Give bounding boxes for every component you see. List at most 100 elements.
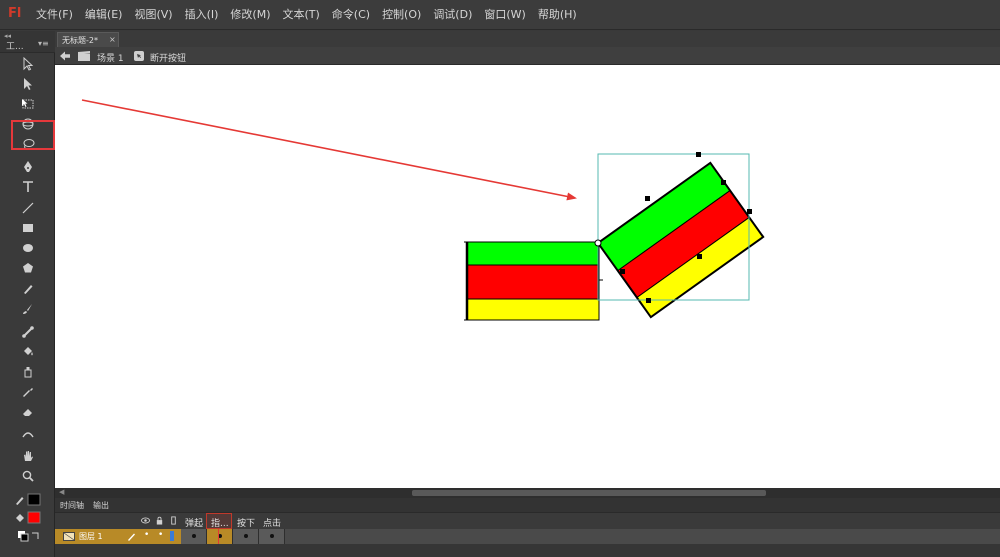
lock-dot-icon[interactable]: • [158,530,163,540]
toolbox-panel: ◂◂ 工... ▾≡ [0,31,55,557]
eraser-icon [23,409,32,416]
keyframe-hit[interactable] [259,529,285,544]
menu-control[interactable]: 控制(O) [376,0,427,30]
frame-label-down[interactable]: 按下 [237,516,255,529]
eye-icon[interactable] [141,516,150,525]
lock-icon[interactable] [155,516,164,525]
keyframe-over[interactable] [207,529,233,544]
paint-bucket-tool[interactable] [18,343,38,361]
panel-menu-icon[interactable]: ▾≡ [38,39,49,48]
menu-window[interactable]: 窗口(W) [478,0,531,30]
frame-label-hit[interactable]: 点击 [263,516,281,529]
menu-bar: Fl 文件(F) 编辑(E) 视图(V) 插入(I) 修改(M) 文本(T) 命… [0,0,1000,30]
outline-color-swatch[interactable] [170,531,174,541]
timeline-footer [55,544,1000,557]
magnifier-icon [22,470,34,482]
polygon-icon [23,263,33,273]
button-symbol-icon [134,51,144,61]
horizontal-scrollbar[interactable]: ◀ [55,488,1000,498]
polystar-tool[interactable] [18,259,38,277]
bone-tool[interactable] [18,323,38,341]
text-tool[interactable] [18,178,38,196]
layer-icon [63,532,75,541]
layer-row[interactable]: 图层 1 • • [55,529,1000,544]
menu-modify[interactable]: 修改(M) [224,0,276,30]
hand-tool[interactable] [18,447,38,465]
scene-label[interactable]: 场景 1 [97,51,124,64]
flat-striped-rect[interactable] [464,241,600,321]
pencil-icon [128,533,135,541]
line-tool[interactable] [18,199,38,217]
eyedropper-icon [23,388,33,397]
free-transform-tool[interactable] [18,95,38,113]
outline-icon[interactable] [169,516,178,525]
menu-text[interactable]: 文本(T) [276,0,325,30]
arrow-cursor-icon [23,57,34,71]
menu-debug[interactable]: 调试(D) [427,0,478,30]
keyframe-up[interactable] [181,529,207,544]
bone-icon [22,326,34,338]
subselect-arrow-icon [24,78,32,90]
menu-edit[interactable]: 编辑(E) [79,0,129,30]
rotated-striped-rect[interactable] [596,161,765,319]
tab-output[interactable]: 输出 [93,500,109,511]
pen-tool[interactable] [18,158,38,176]
menu-items: 文件(F) 编辑(E) 视图(V) 插入(I) 修改(M) 文本(T) 命令(C… [30,0,583,30]
document-tab-label: 无标题-2* [62,36,98,45]
flash-window: Fl 文件(F) 编辑(E) 视图(V) 插入(I) 修改(M) 文本(T) 命… [0,0,1000,557]
pen-icon [24,161,32,172]
free-transform-highlight [11,120,55,150]
symbol-label[interactable]: 断开按钮 [150,51,186,64]
app-logo: Fl [8,6,22,21]
subselection-tool[interactable] [18,75,38,93]
width-icon [22,432,34,438]
menu-commands[interactable]: 命令(C) [326,0,376,30]
eraser-tool[interactable] [18,403,38,421]
line-icon [22,202,34,214]
tab-timeline[interactable]: 时间轴 [60,500,84,511]
toolbox-title: 工... [6,42,24,52]
brush-tool[interactable] [18,300,38,318]
swap-colors-control[interactable] [14,529,50,545]
text-t-icon [23,181,33,192]
frame-label-over[interactable]: 指... [211,516,229,529]
zoom-tool[interactable] [18,467,38,485]
visibility-dot-icon[interactable]: • [144,530,149,540]
width-tool[interactable] [18,424,38,442]
eyedropper-tool[interactable] [18,383,38,401]
layer-header[interactable]: 图层 1 • • [55,529,181,544]
scroll-left-icon[interactable]: ◀ [59,488,64,496]
fill-color-control[interactable] [14,510,50,526]
selection-tool[interactable] [18,55,38,73]
timeline-panel: 时间轴 输出 弹起 指... 按下 点击 图层 1 • • [55,498,1000,557]
layer-name[interactable]: 图层 1 [79,531,103,542]
document-tab[interactable]: 无标题-2* × [57,32,119,47]
close-icon[interactable]: × [109,35,116,44]
frame-label-up[interactable]: 弹起 [185,516,203,529]
edit-bar: 场景 1 断开按钮 [55,47,1000,65]
timeline-tabs: 时间轴 输出 [55,498,1000,513]
fill-bucket-icon [16,511,41,524]
brush-icon [23,304,32,314]
ink-bottle-icon [24,367,32,378]
rectangle-icon [23,224,33,232]
document-tab-bar: 无标题-2* × [55,31,1000,47]
pencil-icon [24,285,33,294]
free-transform-icon [22,99,34,109]
rectangle-tool[interactable] [18,219,38,237]
keyframe-down[interactable] [233,529,259,544]
menu-help[interactable]: 帮助(H) [532,0,583,30]
stage-canvas[interactable] [55,65,1000,488]
ink-bottle-tool[interactable] [18,363,38,381]
back-arrow-icon[interactable] [59,50,71,62]
scroll-thumb[interactable] [412,490,766,496]
menu-file[interactable]: 文件(F) [30,0,79,30]
stroke-color-control[interactable] [14,492,50,508]
menu-view[interactable]: 视图(V) [128,0,178,30]
menu-insert[interactable]: 插入(I) [179,0,225,30]
swap-colors-icon [18,531,39,542]
oval-tool[interactable] [18,239,38,257]
pencil-tool[interactable] [18,280,38,298]
oval-icon [23,244,33,252]
clapperboard-icon [78,51,90,61]
